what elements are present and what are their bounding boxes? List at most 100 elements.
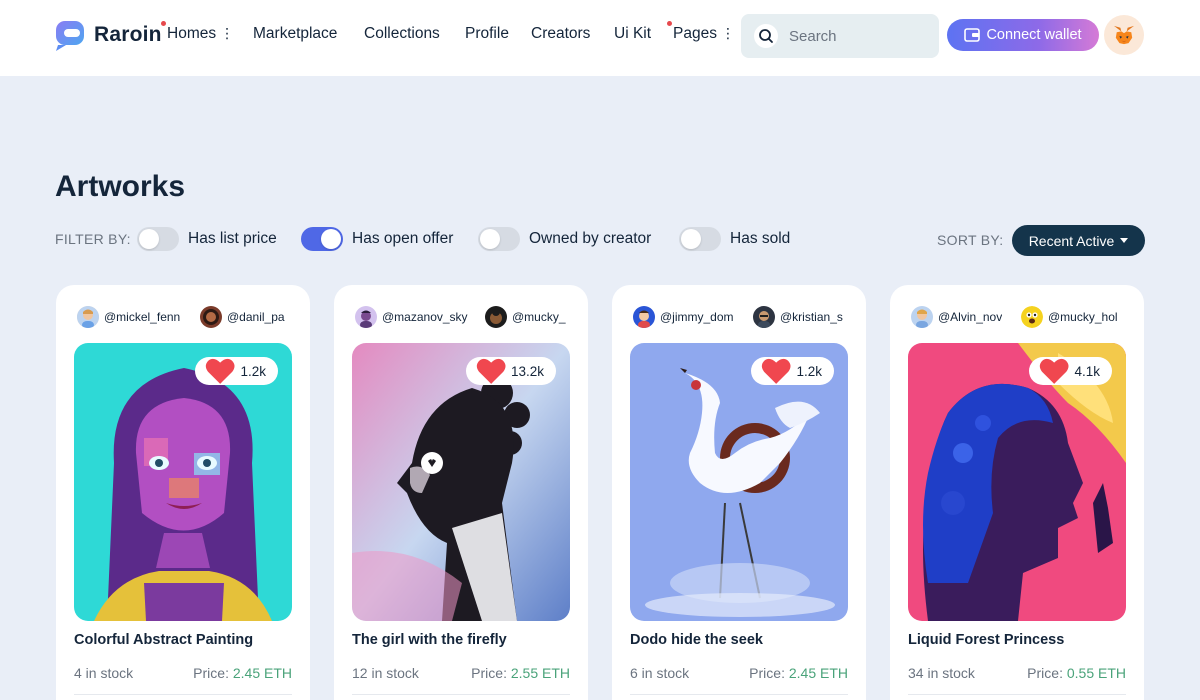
toggle-has-open-offer[interactable]: [301, 227, 343, 251]
pages-notification-dot: [667, 21, 672, 26]
heart-icon: [1039, 358, 1069, 384]
artwork-image[interactable]: 13.2k: [352, 343, 570, 621]
card-divider: [352, 694, 570, 695]
artwork-price: Price: 2.45 ETH: [749, 665, 848, 681]
artwork-title[interactable]: The girl with the firefly: [352, 632, 507, 648]
price-label: Price:: [749, 665, 785, 681]
owner-chip[interactable]: @kristian_s: [753, 306, 848, 328]
search-input[interactable]: [789, 25, 929, 47]
artwork-image[interactable]: 4.1k: [908, 343, 1126, 621]
nav-homes-label: Homes: [167, 25, 217, 42]
nav-creators[interactable]: Creators: [531, 25, 590, 43]
like-button[interactable]: 4.1k: [1029, 357, 1112, 385]
owner-handle: @mickel_fenn: [104, 310, 181, 324]
artwork-card[interactable]: @mickel_fenn @danil_pa 1.2k Colorful Abs…: [56, 285, 310, 700]
artwork-card[interactable]: @Alvin_nov @mucky_hol 4.1k Liquid Forest…: [890, 285, 1144, 700]
price-value: 2.45 ETH: [788, 665, 848, 681]
brand-logo[interactable]: Raroin: [54, 18, 162, 52]
kebab-icon: ⋮: [220, 25, 235, 41]
stock-count: 6 in stock: [630, 665, 690, 681]
search-icon[interactable]: [754, 24, 778, 48]
page-title: Artworks: [55, 170, 186, 203]
wallet-icon: [964, 28, 981, 42]
top-navigation-bar: Raroin Homes ⋮ Marketplace Collections Pr…: [0, 0, 1200, 76]
avatar: [633, 306, 655, 328]
card-divider: [74, 694, 292, 695]
owner-chip[interactable]: @Alvin_nov: [911, 306, 1002, 328]
like-button[interactable]: 13.2k: [465, 357, 556, 385]
card-divider: [630, 694, 848, 695]
caret-down-icon: [1120, 238, 1129, 243]
like-button[interactable]: 1.2k: [751, 357, 834, 385]
toggle-has-sold[interactable]: [679, 227, 721, 251]
filter-by-label: FILTER BY:: [55, 231, 131, 247]
like-button[interactable]: 1.2k: [195, 357, 278, 385]
price-label: Price:: [1027, 665, 1063, 681]
sort-dropdown[interactable]: Recent Active: [1012, 225, 1145, 256]
price-value: 0.55 ETH: [1066, 665, 1126, 681]
stock-count: 34 in stock: [908, 665, 975, 681]
raroin-logo-icon: [56, 21, 84, 51]
avatar: [200, 306, 222, 328]
avatar: [355, 306, 377, 328]
toggle-knob: [139, 229, 159, 249]
like-count: 1.2k: [796, 363, 822, 379]
artwork-price: Price: 2.45 ETH: [193, 665, 292, 681]
owner-handle: @mucky_hol: [1048, 310, 1118, 324]
sort-by-label: SORT BY:: [937, 232, 1004, 248]
artwork-title[interactable]: Colorful Abstract Painting: [74, 632, 253, 648]
price-value: 2.55 ETH: [510, 665, 570, 681]
filter-label-has-list-price: Has list price: [188, 230, 277, 247]
card-divider: [908, 694, 1126, 695]
brand-name: Raroin: [94, 23, 162, 46]
heart-icon: [761, 358, 791, 384]
artwork-image[interactable]: 1.2k: [630, 343, 848, 621]
nav-ui-kit[interactable]: Ui Kit: [614, 25, 651, 43]
price-value: 2.45 ETH: [232, 665, 292, 681]
owner-handle: @Alvin_nov: [938, 310, 1003, 324]
like-count: 13.2k: [510, 363, 544, 379]
stock-count: 12 in stock: [352, 665, 419, 681]
owner-chip[interactable]: @danil_pa: [200, 306, 292, 328]
owner-handle: @jimmy_dom: [660, 310, 734, 324]
artwork-image[interactable]: 1.2k: [74, 343, 292, 621]
toggle-knob: [321, 229, 341, 249]
toggle-knob: [681, 229, 701, 249]
artwork-title[interactable]: Dodo hide the seek: [630, 632, 763, 648]
owner-chip[interactable]: @mucky_: [485, 306, 570, 328]
nav-homes[interactable]: Homes ⋮: [167, 25, 234, 43]
metamask-fox-icon[interactable]: [1104, 15, 1144, 55]
heart-icon: [476, 358, 506, 384]
owner-chip[interactable]: @jimmy_dom: [633, 306, 734, 328]
owner-chip[interactable]: @mucky_hol: [1021, 306, 1126, 328]
filter-label-has-sold: Has sold: [730, 230, 791, 247]
owner-handle: @mucky_: [512, 310, 566, 324]
avatar: [753, 306, 775, 328]
avatar: [77, 306, 99, 328]
stock-count: 4 in stock: [74, 665, 134, 681]
owner-chip[interactable]: @mickel_fenn: [77, 306, 180, 328]
filter-label-owned-by-creator: Owned by creator: [529, 230, 652, 247]
filter-label-has-open-offer: Has open offer: [352, 230, 454, 247]
connect-wallet-button[interactable]: Connect wallet: [947, 19, 1099, 51]
artwork-card[interactable]: @mazanov_sky @mucky_ 13.2k The girl with…: [334, 285, 588, 700]
search-box: [741, 14, 939, 58]
kebab-icon: ⋮: [720, 25, 735, 41]
owner-handle: @mazanov_sky: [382, 310, 468, 324]
like-count: 4.1k: [1074, 363, 1100, 379]
nav-pages-label: Pages: [673, 25, 717, 42]
heart-icon: [205, 358, 235, 384]
like-count: 1.2k: [240, 363, 266, 379]
nav-collections[interactable]: Collections: [364, 25, 440, 43]
nav-pages[interactable]: Pages ⋮: [673, 25, 735, 43]
toggle-has-list-price[interactable]: [137, 227, 179, 251]
artwork-title[interactable]: Liquid Forest Princess: [908, 632, 1064, 648]
nav-marketplace[interactable]: Marketplace: [253, 25, 337, 43]
nav-profile[interactable]: Profile: [465, 25, 509, 43]
sort-value: Recent Active: [1028, 232, 1115, 249]
toggle-owned-by-creator[interactable]: [478, 227, 520, 251]
owner-handle: @danil_pa: [227, 310, 285, 324]
owner-chip[interactable]: @mazanov_sky: [355, 306, 468, 328]
artwork-card[interactable]: @jimmy_dom @kristian_s 1.2k Dodo hide th…: [612, 285, 866, 700]
homes-notification-dot: [161, 21, 166, 26]
